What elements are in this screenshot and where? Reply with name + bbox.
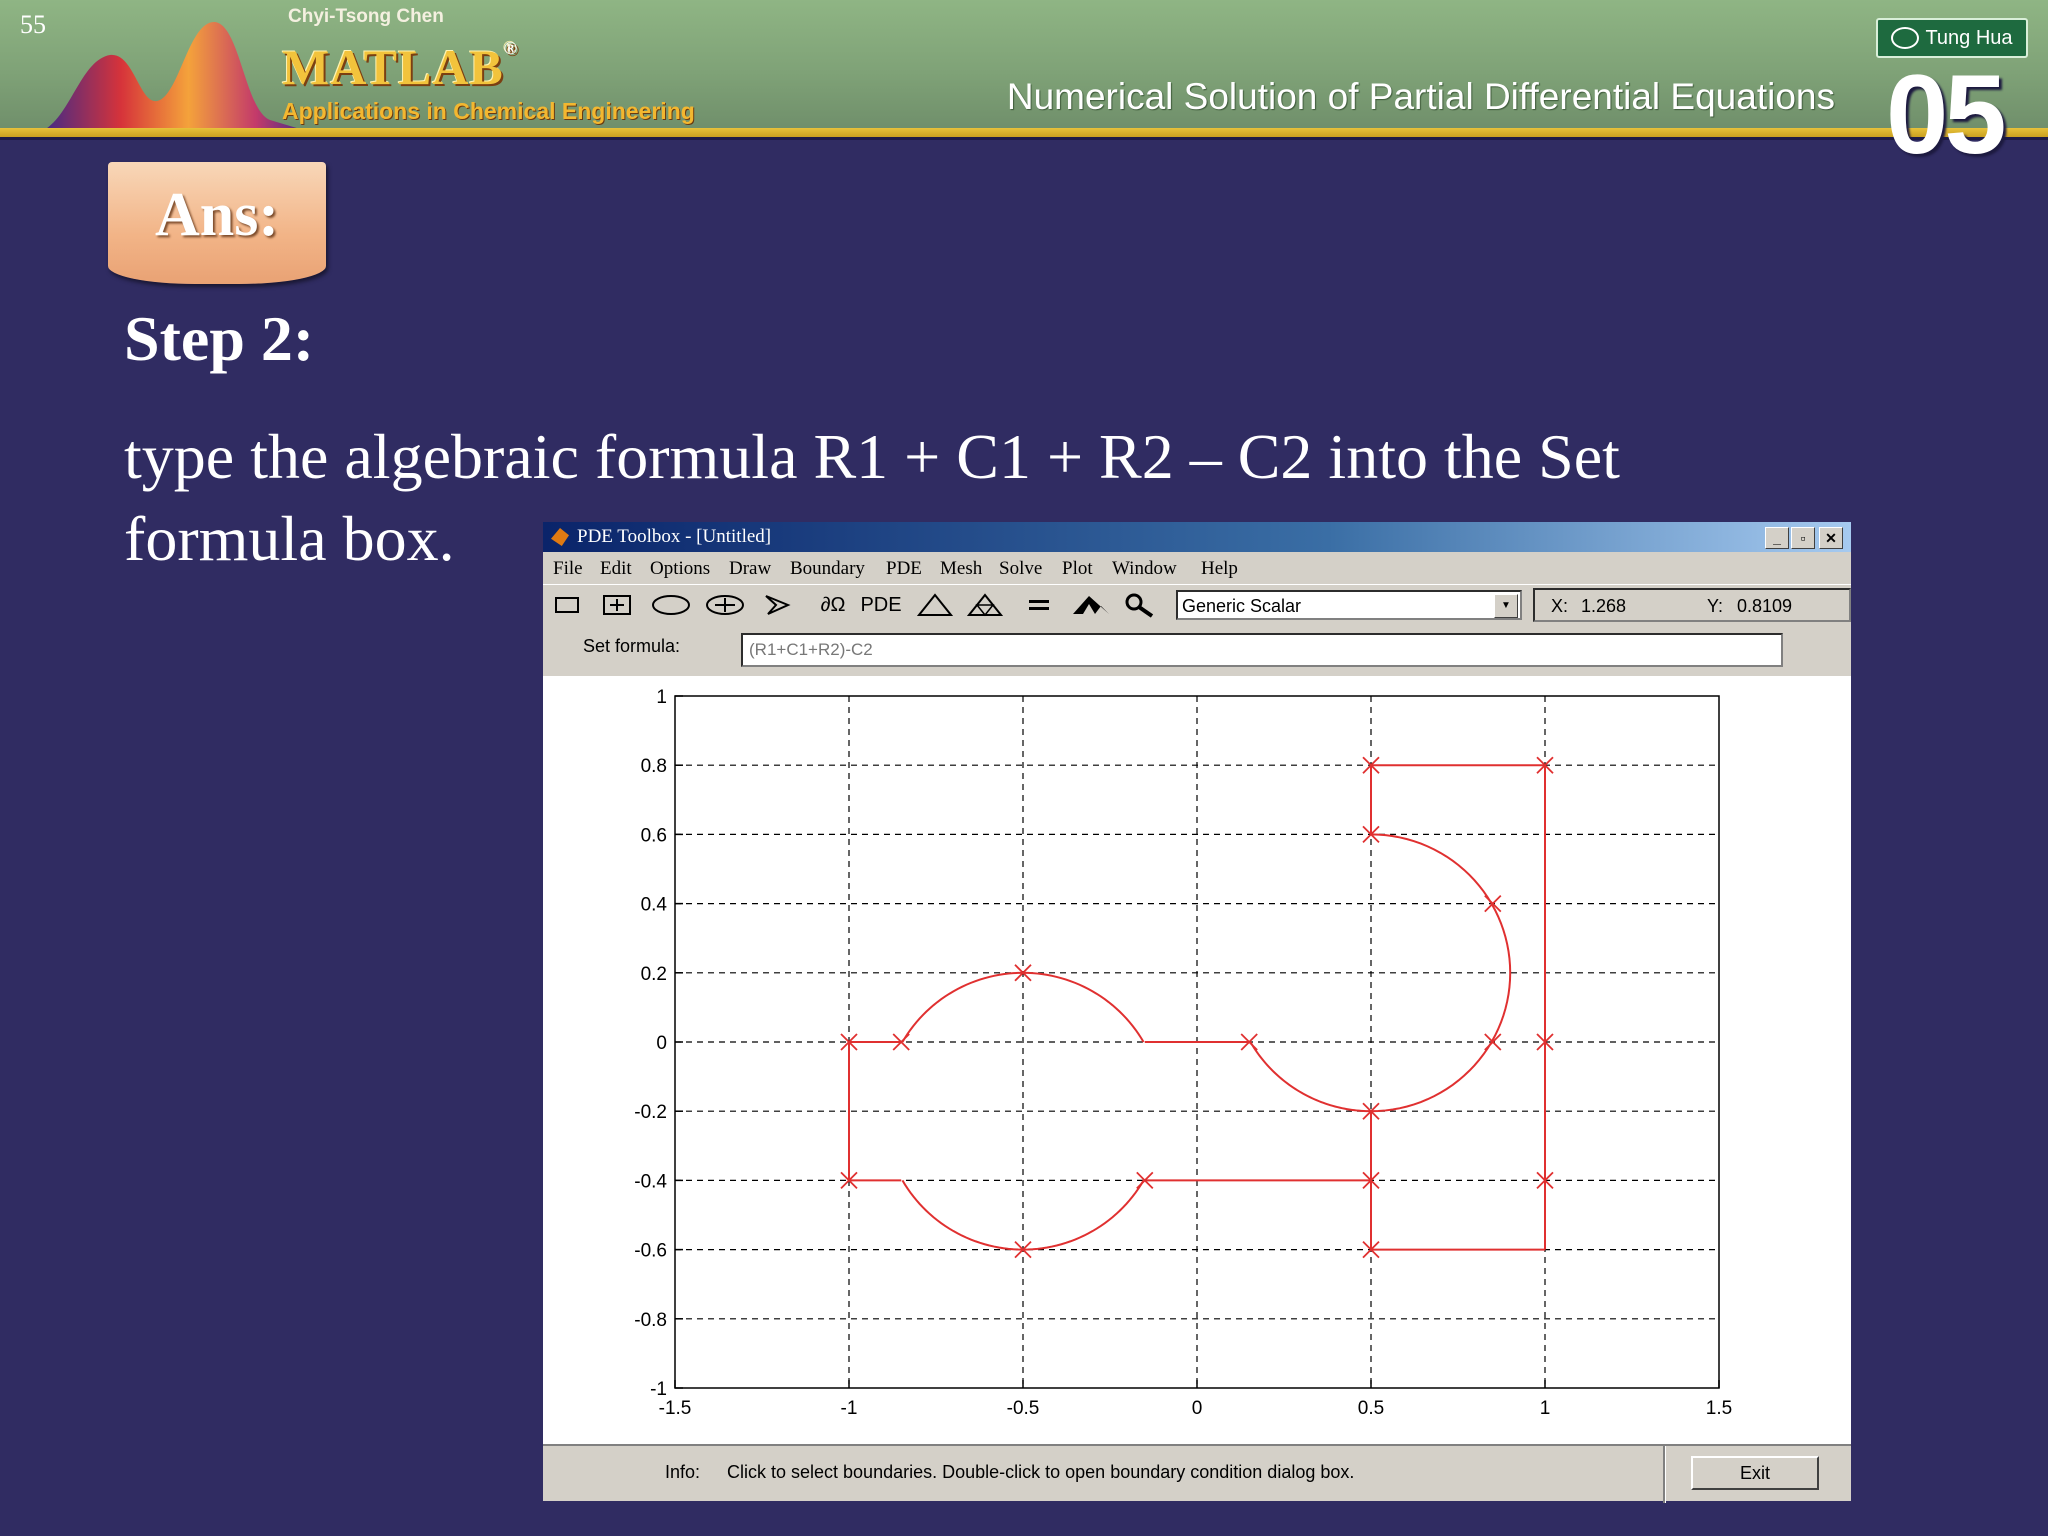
- x-coord-value: 1.268: [1581, 596, 1627, 616]
- minimize-button[interactable]: _: [1765, 527, 1789, 549]
- menu-draw[interactable]: Draw: [729, 558, 771, 580]
- boundary-arc: [1249, 1041, 1372, 1113]
- page-number: 55: [20, 10, 46, 39]
- y-tick-label: -1: [650, 1379, 667, 1400]
- application-mode-select[interactable]: Generic Scalar ▼: [1176, 590, 1522, 620]
- info-text: Click to select boundaries. Double-click…: [727, 1462, 1355, 1482]
- answer-badge-label: Ans:: [154, 181, 280, 249]
- x-tick-label: 0.5: [1358, 1398, 1384, 1419]
- solve-icon[interactable]: [1069, 589, 1113, 621]
- instruction-line-1: type the algebraic formula R1 + C1 + R2 …: [124, 421, 1620, 492]
- menu-boundary[interactable]: Boundary: [790, 558, 865, 580]
- window-title: PDE Toolbox - [Untitled]: [577, 526, 772, 547]
- x-coord-label: X:: [1551, 596, 1569, 616]
- pde-toolbox-window: PDE Toolbox - [Untitled] _ ▫ ✕ File Edit…: [543, 522, 1851, 1503]
- app-subtitle: Applications in Chemical Engineering: [282, 98, 695, 124]
- matlab-app-icon: [551, 528, 569, 546]
- y-tick-label: -0.2: [634, 1102, 667, 1123]
- chapter-number: 05: [1886, 52, 2007, 177]
- boundary-marker: [1484, 894, 1502, 913]
- instruction-line-2: formula box.: [124, 503, 455, 574]
- equals-icon[interactable]: [1017, 589, 1061, 621]
- y-tick-label: 1: [656, 687, 667, 708]
- menu-plot[interactable]: Plot: [1062, 558, 1093, 580]
- window-titlebar[interactable]: PDE Toolbox - [Untitled] _ ▫ ✕: [543, 522, 1851, 552]
- registered-mark: ®: [503, 38, 519, 58]
- mountain-logo-icon: [40, 21, 310, 132]
- toolbar: ∂Ω PDE Generic Scalar ▼ X: 1.268 Y: 0.81…: [543, 584, 1851, 625]
- menu-help[interactable]: Help: [1201, 558, 1238, 580]
- matlab-logo: MATLAB®: [282, 38, 518, 96]
- set-formula-input[interactable]: (R1+C1+R2)-C2: [741, 633, 1783, 667]
- rectangle-icon[interactable]: [545, 589, 589, 621]
- menu-pde[interactable]: PDE: [886, 558, 922, 580]
- x-tick-label: -0.5: [1007, 1398, 1040, 1419]
- menu-mesh[interactable]: Mesh: [940, 558, 982, 580]
- close-button[interactable]: ✕: [1819, 527, 1843, 549]
- answer-badge: Ans:: [108, 162, 326, 284]
- menu-solve[interactable]: Solve: [999, 558, 1042, 580]
- centered-ellipse-icon[interactable]: [703, 589, 747, 621]
- zoom-icon[interactable]: [1117, 589, 1161, 621]
- step-heading: Step 2:: [124, 303, 315, 374]
- page-title: Numerical Solution of Partial Differenti…: [1006, 76, 1835, 117]
- slide: 55 Chyi-Tsong Chen MATLAB® Applications …: [0, 0, 2048, 1536]
- y-tick-label: 0: [656, 1033, 667, 1054]
- refine-mesh-icon[interactable]: [963, 589, 1007, 621]
- x-tick-label: -1.5: [659, 1398, 692, 1419]
- chevron-down-icon[interactable]: ▼: [1494, 594, 1518, 618]
- set-formula-label: Set formula:: [583, 636, 681, 656]
- globe-icon: [1891, 27, 1920, 49]
- author-name: Chyi-Tsong Chen: [288, 6, 444, 27]
- header-rule-shadow: [0, 137, 2048, 140]
- x-tick-label: -1: [841, 1398, 858, 1419]
- publisher-name: Tung Hua: [1925, 26, 2013, 49]
- y-tick-label: -0.6: [634, 1241, 667, 1262]
- polygon-icon[interactable]: [755, 589, 799, 621]
- boundary-marker: [1484, 1033, 1502, 1051]
- menu-edit[interactable]: Edit: [600, 558, 632, 580]
- pde-spec-icon[interactable]: PDE: [859, 589, 903, 621]
- restore-button[interactable]: ▫: [1791, 527, 1815, 549]
- centered-rectangle-icon[interactable]: [595, 589, 639, 621]
- menu-window[interactable]: Window: [1112, 558, 1177, 580]
- mesh-icon[interactable]: [913, 589, 957, 621]
- logo-text: MATLAB: [282, 39, 504, 95]
- header-banner: 55 Chyi-Tsong Chen MATLAB® Applications …: [0, 0, 2048, 132]
- info-label: Info:: [665, 1462, 701, 1482]
- y-tick-label: 0.8: [641, 756, 667, 777]
- coordinate-readout: X: 1.268 Y: 0.8109: [1533, 588, 1851, 622]
- y-coord-label: Y:: [1707, 596, 1724, 616]
- x-tick-label: 1: [1540, 1398, 1551, 1419]
- y-tick-label: -0.4: [634, 1171, 667, 1192]
- application-mode-value: Generic Scalar: [1182, 596, 1302, 616]
- formula-row: Set formula: (R1+C1+R2)-C2: [543, 624, 1851, 676]
- y-tick-label: 0.6: [641, 825, 667, 846]
- boundary-mode-icon[interactable]: ∂Ω: [811, 589, 855, 621]
- menu-options[interactable]: Options: [650, 558, 710, 580]
- y-tick-label: 0.2: [641, 964, 667, 985]
- y-coord-value: 0.8109: [1737, 596, 1793, 616]
- x-tick-label: 1.5: [1706, 1398, 1732, 1419]
- status-divider: [1663, 1446, 1666, 1503]
- x-tick-label: 0: [1192, 1398, 1203, 1419]
- menu-file[interactable]: File: [553, 558, 583, 580]
- y-tick-label: -0.8: [634, 1310, 667, 1331]
- menu-bar: File Edit Options Draw Boundary PDE Mesh…: [543, 552, 1851, 584]
- geometry-plot[interactable]: -1.5 -1 -0.5 0 0.5 1 1.510.80.60.40.20-0.2-0.4…: [543, 676, 1851, 1444]
- plot-area: -1.5 -1 -0.5 0 0.5 1 1.5 1 0.8 0.6 0.4 0.2 0 -0.2 -0.4…: [543, 676, 1851, 1444]
- status-bar: Info: Click to select boundaries. Double…: [543, 1444, 1851, 1503]
- exit-button[interactable]: Exit: [1691, 1456, 1819, 1490]
- y-tick-label: 0.4: [641, 895, 668, 916]
- header-rule: [0, 128, 2048, 137]
- ellipse-icon[interactable]: [649, 589, 693, 621]
